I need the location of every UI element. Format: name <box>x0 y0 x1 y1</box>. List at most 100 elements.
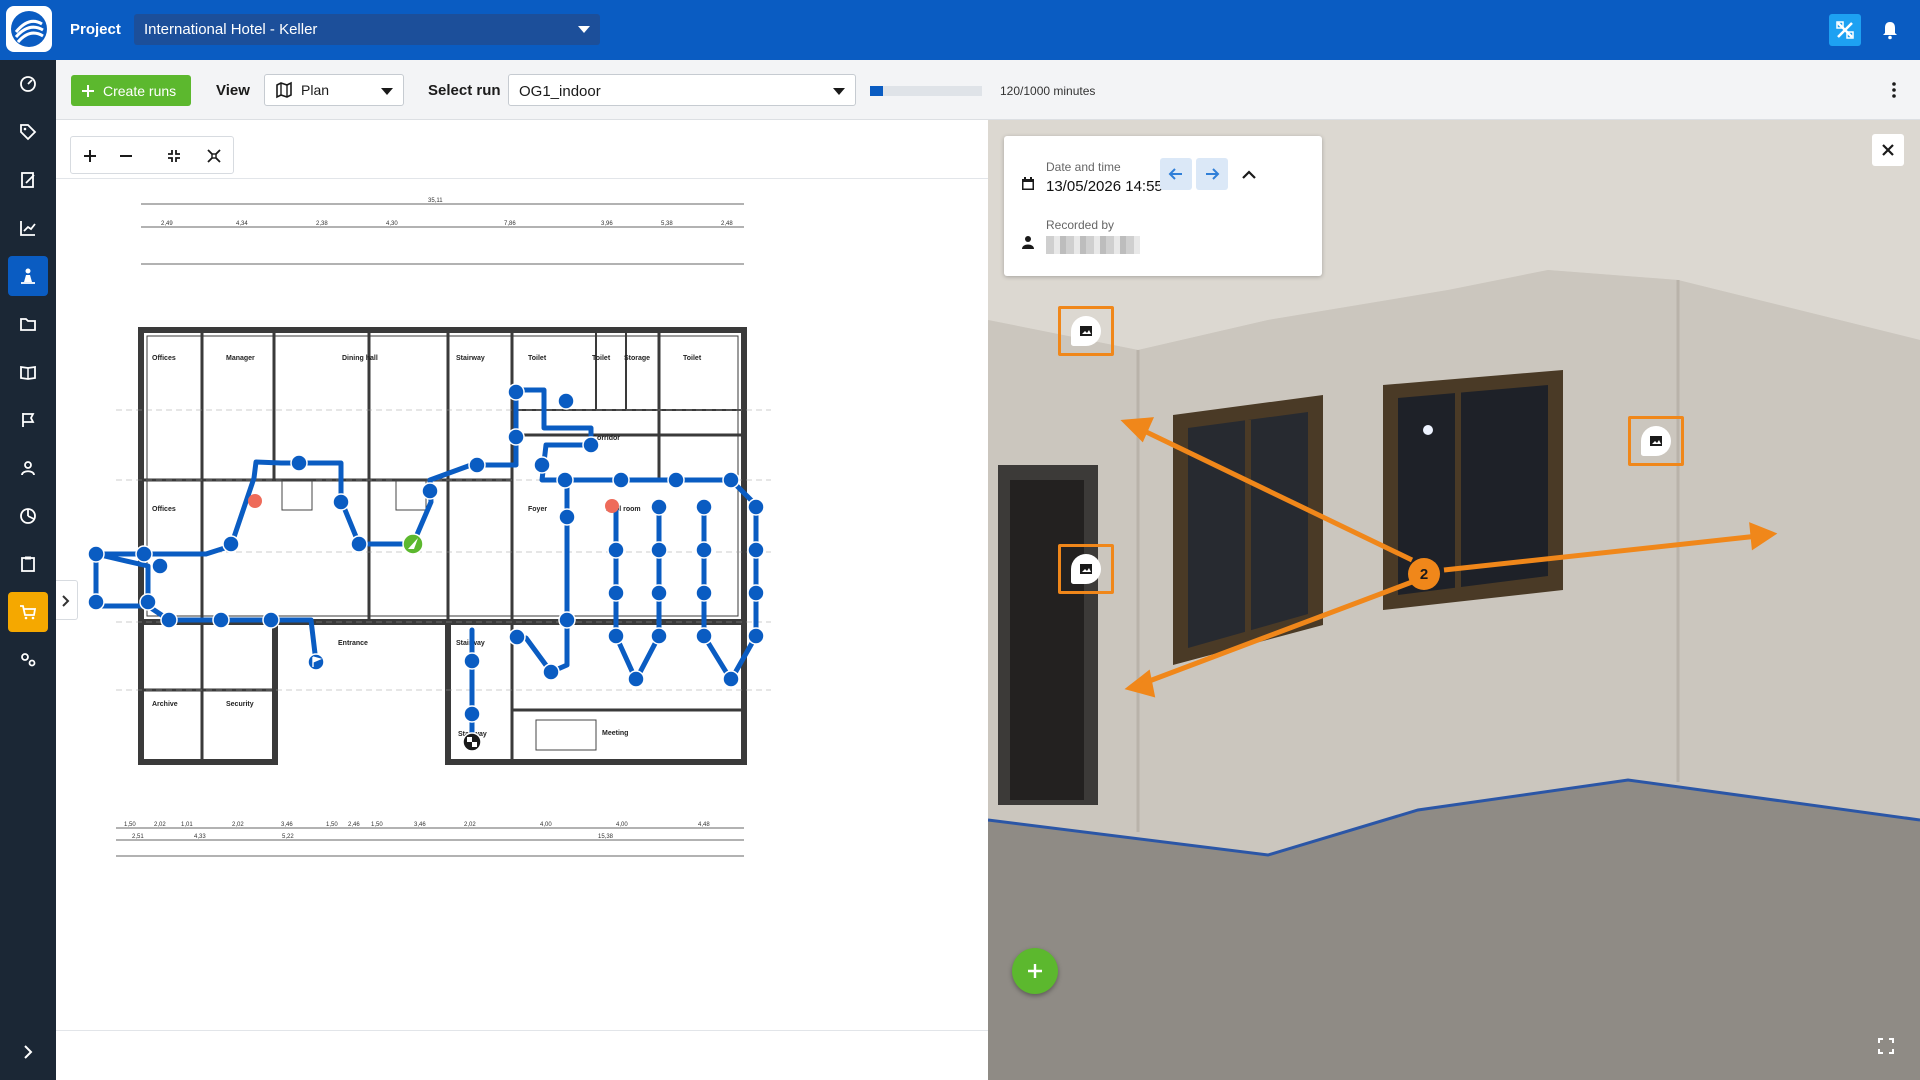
sidebar-item-issues[interactable] <box>8 400 48 440</box>
dimension-label: 1,01 <box>181 822 193 828</box>
project-select[interactable]: International Hotel - Keller <box>134 14 600 45</box>
room-label: Offices <box>152 506 176 513</box>
dimension-label: 4,00 <box>616 822 628 828</box>
route-node <box>139 593 157 611</box>
route-node <box>463 652 481 670</box>
room-label: Archive <box>152 701 178 708</box>
dimension-label: 1,50 <box>371 822 383 828</box>
route-node <box>262 611 280 629</box>
plus-icon <box>82 84 94 97</box>
sidebar-item-dashboard[interactable] <box>8 64 48 104</box>
add-annotation-button[interactable] <box>1012 948 1058 994</box>
sidebar-item-users[interactable] <box>8 448 48 488</box>
plus-icon <box>1028 964 1042 978</box>
plan-panel-toggle[interactable] <box>56 580 78 620</box>
sidebar-item-reports[interactable] <box>8 160 48 200</box>
route-node <box>695 498 713 516</box>
edit-document-icon <box>21 172 35 188</box>
route-node <box>650 584 668 602</box>
minutes-progress-bar <box>870 86 982 96</box>
project-label: Project <box>70 21 121 38</box>
notifications-button[interactable] <box>1878 18 1902 42</box>
photo-bubble <box>1071 316 1101 346</box>
route-node <box>607 584 625 602</box>
dimension-label: 4,33 <box>194 834 206 840</box>
sidebar-item-shop[interactable] <box>8 592 48 632</box>
route-node <box>468 456 486 474</box>
person-icon <box>1022 236 1034 249</box>
plan-divider-bottom <box>56 1030 988 1031</box>
sidebar-item-checklists[interactable] <box>8 544 48 584</box>
room-label: Toilet <box>528 355 547 362</box>
photo-hotspot[interactable] <box>1058 306 1114 356</box>
checkered-flag-icon <box>467 737 472 742</box>
collapse-card-button[interactable] <box>1238 164 1260 186</box>
run-select[interactable]: OG1_indoor <box>508 74 856 106</box>
view-select[interactable]: Plan <box>264 74 404 106</box>
route-node <box>556 471 574 489</box>
pie-chart-icon <box>20 508 36 524</box>
sidebar-item-settings[interactable] <box>8 640 48 680</box>
next-capture-button[interactable] <box>1196 158 1228 190</box>
photo-bubble <box>1071 554 1101 584</box>
dimension-label: 2,46 <box>348 822 360 828</box>
sidebar-item-analytics[interactable] <box>8 208 48 248</box>
route-node <box>607 541 625 559</box>
route-node <box>650 627 668 645</box>
sidebar-expand-button[interactable] <box>8 1032 48 1072</box>
select-run-label: Select run <box>428 82 501 99</box>
plan-zoom-controls <box>70 136 234 174</box>
date-time-value: 13/05/2026 14:55 <box>1046 178 1163 195</box>
zoom-out-button[interactable] <box>113 143 139 169</box>
sidebar-item-documents[interactable] <box>8 352 48 392</box>
route-node <box>135 545 153 563</box>
fullscreen-button[interactable] <box>1874 1034 1898 1058</box>
chevron-up-icon <box>1242 170 1256 179</box>
photo-hotspot[interactable] <box>1058 544 1114 594</box>
app-logo[interactable] <box>6 6 52 52</box>
chart-icon <box>20 221 36 236</box>
route-node <box>695 541 713 559</box>
close-icon <box>1882 144 1894 156</box>
room-label: Foyer <box>528 506 547 513</box>
room-label: Manager <box>226 355 255 362</box>
sidebar-item-captures[interactable] <box>8 256 48 296</box>
panorama-viewer[interactable]: 2 Date and time 13/05/2026 14:55 Recorde… <box>988 120 1920 1080</box>
dimension-label: 4,34 <box>236 221 248 227</box>
fit-to-screen-button[interactable] <box>161 143 187 169</box>
dimension-label: 3,96 <box>601 221 613 227</box>
dimension-label: 5,22 <box>282 834 294 840</box>
more-options-button[interactable] <box>1882 78 1906 102</box>
sidebar-item-tags[interactable] <box>8 112 48 152</box>
dashboard-icon <box>20 76 36 92</box>
collapse-view-button[interactable] <box>201 143 227 169</box>
chevron-right-icon <box>24 1045 33 1059</box>
shopping-cart-icon <box>20 605 37 620</box>
dimension-label: 15,38 <box>598 834 614 840</box>
room-label: Entrance <box>338 640 368 647</box>
route-node <box>151 557 169 575</box>
zoom-in-button[interactable] <box>77 143 103 169</box>
person-icon <box>21 461 35 476</box>
route-node <box>533 456 551 474</box>
route-node <box>612 471 630 489</box>
dimension-label: 2,02 <box>232 822 244 828</box>
capture-route <box>93 387 759 743</box>
route-node <box>507 383 525 401</box>
sidebar-item-files[interactable] <box>8 304 48 344</box>
previous-capture-button[interactable] <box>1160 158 1192 190</box>
apps-button[interactable] <box>1829 14 1861 46</box>
create-runs-button[interactable]: Create runs <box>71 75 191 106</box>
route-node <box>722 471 740 489</box>
route-node <box>607 627 625 645</box>
project-select-value: International Hotel - Keller <box>144 21 318 38</box>
calendar-icon <box>1022 177 1034 190</box>
sidebar-item-progress[interactable] <box>8 496 48 536</box>
dimension-label: 7,86 <box>504 221 516 227</box>
route-node <box>582 436 600 454</box>
floor-plan[interactable]: 35,11 2,49 4,34 2,38 4,30 7,86 3,96 5,38… <box>56 180 988 1030</box>
photo-hotspot[interactable] <box>1628 416 1684 466</box>
room-label: Meeting <box>602 730 628 737</box>
clipboard-icon <box>21 556 35 572</box>
close-viewer-button[interactable] <box>1872 134 1904 166</box>
